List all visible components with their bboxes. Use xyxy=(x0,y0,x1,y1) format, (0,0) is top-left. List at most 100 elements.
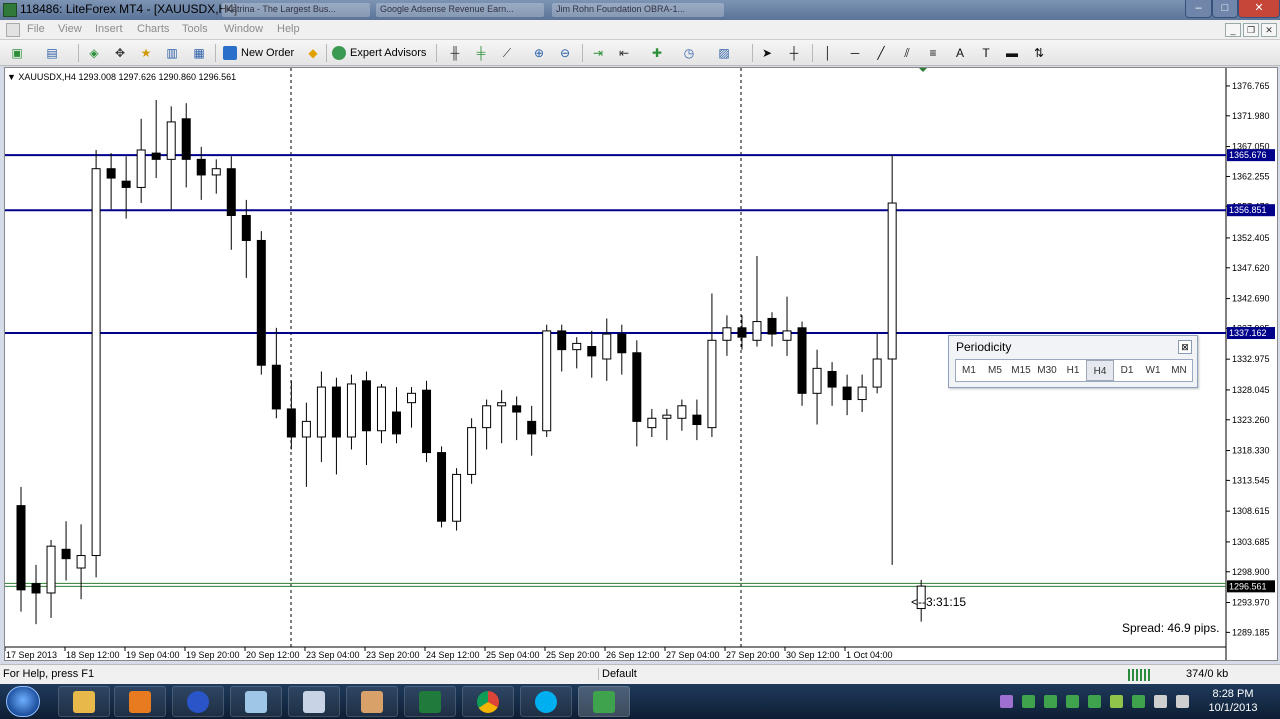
system-clock[interactable]: 8:28 PM 10/1/2013 xyxy=(1198,687,1268,715)
menu-window[interactable]: Window xyxy=(224,23,263,35)
mdi-close-button[interactable]: ✕ xyxy=(1261,23,1277,37)
autoscroll-icon[interactable]: ⇥ xyxy=(591,46,605,60)
new-chart-icon[interactable]: ▣ xyxy=(10,46,24,60)
close-button[interactable]: ✕ xyxy=(1238,0,1280,18)
menu-tools[interactable]: Tools xyxy=(182,23,208,35)
timeframe-mn[interactable]: MN xyxy=(1166,360,1192,381)
indicators-icon[interactable]: ✚ xyxy=(650,46,664,60)
taskbar-mt4[interactable] xyxy=(578,686,630,717)
cursor-icon[interactable]: ➤ xyxy=(760,46,774,60)
tray-icon[interactable] xyxy=(1110,695,1123,708)
new-order-button[interactable]: New Order xyxy=(223,44,294,62)
taskbar-media[interactable] xyxy=(114,686,166,717)
chart-shift-icon[interactable]: ⇤ xyxy=(617,46,631,60)
menu-file[interactable]: File xyxy=(27,23,45,35)
expert-advisors-button[interactable]: Expert Advisors xyxy=(332,44,426,62)
candle xyxy=(331,377,341,475)
timeframe-m15[interactable]: M15 xyxy=(1008,360,1034,381)
autotrading-icon[interactable]: ◆ xyxy=(306,46,320,60)
tray-icon[interactable] xyxy=(1088,695,1101,708)
time-label: 25 Sep 20:00 xyxy=(546,650,600,660)
periods-icon[interactable]: ◷ xyxy=(682,46,696,60)
arrows-icon[interactable]: ⇅ xyxy=(1032,46,1046,60)
timeframe-h4[interactable]: H4 xyxy=(1086,360,1114,381)
arrow-label-icon[interactable]: ▬ xyxy=(1005,46,1019,60)
minimize-button[interactable]: – xyxy=(1185,0,1212,18)
candle xyxy=(346,374,356,450)
line-chart-icon[interactable]: ⟋ xyxy=(500,46,514,60)
menu-view[interactable]: View xyxy=(58,23,82,35)
crosshair-icon[interactable]: ┼ xyxy=(787,46,801,60)
taskbar-app[interactable] xyxy=(172,686,224,717)
bar-chart-icon[interactable]: ╫ xyxy=(448,46,462,60)
folder-icon xyxy=(73,690,95,713)
menu-help[interactable]: Help xyxy=(277,23,300,35)
candle xyxy=(722,315,732,356)
window-titlebar[interactable]: 118486: LiteForex MT4 - [XAUUSDX,H4] Kat… xyxy=(0,0,1280,20)
mdi-restore-button[interactable]: ❐ xyxy=(1243,23,1259,37)
price-label: 1342.690 xyxy=(1232,294,1270,304)
timeframe-m1[interactable]: M1 xyxy=(956,360,982,381)
timeframe-m5[interactable]: M5 xyxy=(982,360,1008,381)
candle xyxy=(857,374,867,413)
taskbar-skype[interactable] xyxy=(520,686,572,717)
timeframe-m30[interactable]: M30 xyxy=(1034,360,1060,381)
tray-icon[interactable] xyxy=(1000,695,1013,708)
equidistant-channel-icon[interactable]: ⫽ xyxy=(900,46,914,60)
text-icon[interactable]: A xyxy=(953,46,967,60)
text-label-icon[interactable]: T xyxy=(979,46,993,60)
periodicity-close-button[interactable]: ⊠ xyxy=(1178,340,1192,354)
volume-icon[interactable] xyxy=(1176,695,1189,708)
timeframe-w1[interactable]: W1 xyxy=(1140,360,1166,381)
horizontal-line-icon[interactable]: ─ xyxy=(848,46,862,60)
symbol-info: ▼ XAUUSDX,H4 1293.008 1297.626 1290.860 … xyxy=(7,72,236,82)
bull-candle-body xyxy=(76,555,86,569)
taskbar-calculator[interactable] xyxy=(288,686,340,717)
tray-icon[interactable] xyxy=(1066,695,1079,708)
market-watch-icon[interactable]: ◈ xyxy=(87,46,101,60)
navigator-icon[interactable]: ✥ xyxy=(113,46,127,60)
taskbar-app[interactable] xyxy=(230,686,282,717)
taskbar-app[interactable] xyxy=(346,686,398,717)
candle xyxy=(286,380,296,450)
tray-icon[interactable] xyxy=(1044,695,1057,708)
tray-icon[interactable] xyxy=(1022,695,1035,708)
zoom-out-icon[interactable]: ⊖ xyxy=(558,46,572,60)
price-tag-label: 1356.851 xyxy=(1229,205,1267,215)
background-tab: Jim Rohn Foundation OBRA-1... xyxy=(552,3,724,17)
candlestick-icon[interactable]: ╪ xyxy=(474,46,488,60)
favorites-icon[interactable]: ★ xyxy=(139,46,153,60)
maximize-button[interactable]: □ xyxy=(1212,0,1238,18)
network-icon[interactable] xyxy=(1154,695,1167,708)
chart-collapse-icon[interactable]: ▼ xyxy=(7,72,18,82)
candle xyxy=(31,564,41,625)
profiles-icon[interactable]: ▤ xyxy=(45,46,59,60)
taskbar-excel[interactable] xyxy=(404,686,456,717)
timeframe-h1[interactable]: H1 xyxy=(1060,360,1086,381)
candle xyxy=(226,156,236,250)
menu-charts[interactable]: Charts xyxy=(137,23,169,35)
candle xyxy=(16,486,26,612)
time-label: 18 Sep 12:00 xyxy=(66,650,120,660)
vertical-line-icon[interactable]: │ xyxy=(821,46,835,60)
taskbar-explorer[interactable] xyxy=(58,686,110,717)
bear-candle-body xyxy=(737,327,747,338)
timeframe-d1[interactable]: D1 xyxy=(1114,360,1140,381)
mdi-minimize-button[interactable]: _ xyxy=(1225,23,1241,37)
tray-icon[interactable] xyxy=(1132,695,1145,708)
strategy-tester-icon[interactable]: ▦ xyxy=(192,46,206,60)
trendline-icon[interactable]: ╱ xyxy=(874,46,888,60)
menu-insert[interactable]: Insert xyxy=(95,23,123,35)
terminal-icon[interactable]: ▥ xyxy=(165,46,179,60)
bull-candle-body xyxy=(647,417,657,429)
start-button[interactable] xyxy=(6,686,40,717)
taskbar-chrome[interactable] xyxy=(462,686,514,717)
bear-candle-body xyxy=(196,158,206,176)
zoom-in-icon[interactable]: ⊕ xyxy=(532,46,546,60)
templates-icon[interactable]: ▨ xyxy=(717,46,731,60)
app-icon xyxy=(3,3,17,17)
document-icon[interactable] xyxy=(6,23,20,37)
fibonacci-icon[interactable]: ≡ xyxy=(926,46,940,60)
candle-timer: <--3:31:15 xyxy=(911,595,967,609)
expert-advisors-label: Expert Advisors xyxy=(350,47,427,59)
